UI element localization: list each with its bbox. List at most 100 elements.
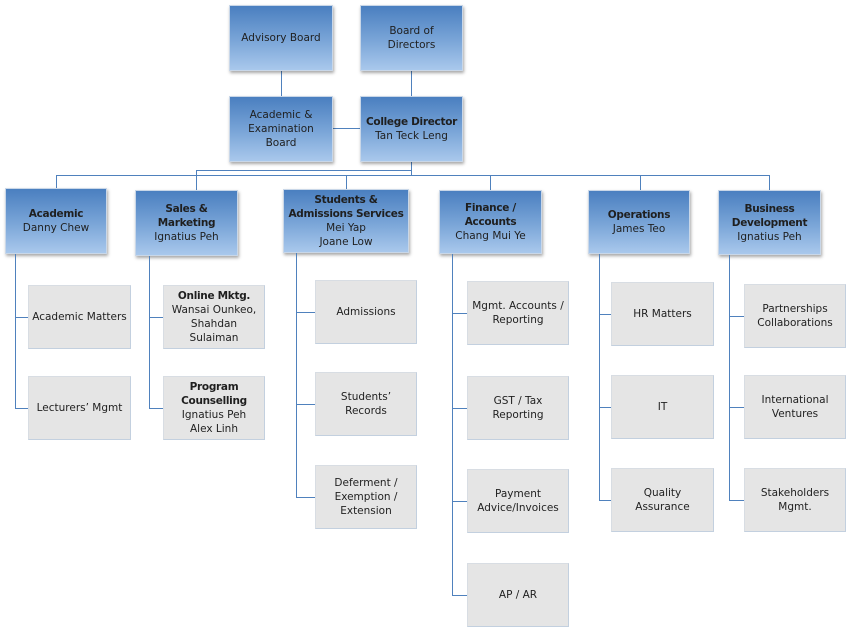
- connector: [411, 162, 412, 176]
- connector: [729, 255, 730, 500]
- function-box[interactable]: International Ventures: [744, 375, 846, 439]
- connector: [56, 175, 57, 188]
- academic-exam-board-box[interactable]: Academic & Examination Board: [229, 96, 333, 162]
- function-label: Extension: [340, 505, 392, 517]
- college-director-name: Tan Teck Leng: [375, 130, 448, 142]
- department-box[interactable]: Finance / Accounts Chang Mui Ye: [439, 190, 542, 254]
- function-box[interactable]: Deferment / Exemption / Extension: [315, 465, 417, 529]
- connector: [346, 175, 347, 189]
- function-box[interactable]: Program Counselling Ignatius Peh Alex Linh: [163, 376, 265, 440]
- function-label: Mgmt. Accounts /: [472, 300, 564, 312]
- function-label: Shahdan Sulaiman: [189, 318, 239, 344]
- function-label: Students’: [340, 391, 392, 403]
- connector: [452, 408, 467, 409]
- department-title: Academic: [28, 208, 84, 220]
- function-box[interactable]: Online Mktg. Wansai Ounkeo, Shahdan Sulaim…: [163, 285, 265, 349]
- department-head: Chang Mui Ye: [455, 230, 526, 242]
- function-label: GST / Tax: [493, 395, 543, 407]
- college-director-box[interactable]: College Director Tan Teck Leng: [360, 96, 463, 162]
- connector: [599, 407, 611, 408]
- connector: [640, 175, 641, 190]
- connector: [149, 408, 163, 409]
- function-box[interactable]: GST / Tax Reporting: [467, 376, 569, 440]
- function-label: Academic Matters: [32, 311, 127, 323]
- advisory-board-box[interactable]: Advisory Board: [229, 5, 333, 71]
- function-label: Collaborations: [757, 317, 833, 329]
- function-label: Payment: [495, 488, 541, 500]
- function-label: Partnerships: [762, 303, 828, 315]
- connector: [149, 256, 150, 408]
- connector: [452, 313, 467, 314]
- function-label: Ventures: [771, 408, 819, 420]
- function-label: Mgmt.: [778, 501, 812, 513]
- academic-exam-board-line: Board: [265, 137, 297, 149]
- department-box[interactable]: Academic Danny Chew: [5, 188, 107, 254]
- connector: [333, 128, 360, 129]
- function-box[interactable]: Quality Assurance: [611, 468, 714, 532]
- function-label: HR Matters: [633, 308, 692, 320]
- function-box[interactable]: Partnerships Collaborations: [744, 284, 846, 348]
- department-title: Sales & Marketing: [157, 203, 216, 229]
- connector: [729, 407, 744, 408]
- function-label: Advice/Invoices: [477, 502, 559, 514]
- function-title: Online Mktg.: [177, 290, 251, 302]
- college-director-title: College Director: [366, 116, 457, 128]
- function-box[interactable]: Mgmt. Accounts / Reporting: [467, 281, 569, 345]
- function-label: Reporting: [492, 314, 544, 326]
- connector: [452, 595, 467, 596]
- function-box[interactable]: AP / AR: [467, 563, 569, 627]
- department-box[interactable]: Business Development Ignatius Peh: [718, 190, 821, 255]
- function-label: Deferment /: [334, 477, 398, 489]
- function-box[interactable]: Students’ Records: [315, 372, 417, 436]
- function-label: Exemption /: [334, 491, 398, 503]
- connector: [281, 71, 282, 96]
- connector: [15, 254, 16, 408]
- department-head: Joane Low: [319, 236, 373, 248]
- department-title: Business: [744, 202, 795, 215]
- connector: [296, 497, 315, 498]
- function-label: Quality Assurance: [635, 487, 690, 513]
- department-head: James Teo: [612, 223, 666, 235]
- department-head: Mei Yap: [326, 222, 366, 234]
- academic-exam-board-line: Examination: [248, 123, 314, 135]
- department-head: Ignatius Peh: [154, 231, 219, 243]
- function-label: Stakeholders: [760, 487, 830, 499]
- department-title: Students &: [314, 194, 378, 206]
- department-box[interactable]: Sales & Marketing Ignatius Peh: [135, 190, 238, 256]
- function-box[interactable]: HR Matters: [611, 282, 714, 346]
- connector: [452, 254, 453, 595]
- board-of-directors-label: Board of Directors: [387, 25, 436, 51]
- function-box[interactable]: IT: [611, 375, 714, 439]
- department-head: Ignatius Peh: [737, 230, 802, 243]
- connector: [599, 254, 600, 500]
- department-title: Admissions Services: [288, 208, 404, 220]
- connector: [599, 500, 611, 501]
- function-label: Reporting: [492, 409, 544, 421]
- function-box[interactable]: Admissions: [315, 280, 417, 344]
- function-title: Program: [189, 381, 239, 393]
- function-label: IT: [657, 401, 668, 413]
- connector: [296, 253, 297, 497]
- function-box[interactable]: Lecturers’ Mgmt: [28, 376, 131, 440]
- connector: [196, 175, 197, 190]
- function-label: Lecturers’ Mgmt: [36, 402, 123, 414]
- connector: [15, 408, 28, 409]
- connector: [15, 317, 28, 318]
- department-head: Danny Chew: [22, 222, 90, 234]
- connector: [411, 71, 412, 96]
- function-box[interactable]: Stakeholders Mgmt.: [744, 468, 846, 532]
- function-label: Admissions: [336, 306, 396, 318]
- department-box[interactable]: Students & Admissions Services Mei Yap Joan…: [283, 189, 409, 253]
- function-box[interactable]: Payment Advice/Invoices: [467, 469, 569, 533]
- department-title: Development: [731, 216, 808, 229]
- board-of-directors-box[interactable]: Board of Directors: [360, 5, 463, 71]
- function-title: Counselling: [181, 395, 247, 407]
- function-box[interactable]: Academic Matters: [28, 285, 131, 349]
- academic-exam-board-line: Academic &: [249, 109, 313, 121]
- advisory-board-label: Advisory Board: [241, 32, 321, 44]
- connector: [296, 312, 315, 313]
- function-label: Alex Linh: [189, 423, 238, 435]
- function-label: Ignatius Peh: [181, 409, 247, 421]
- department-box[interactable]: Operations James Teo: [588, 190, 690, 254]
- connector: [729, 316, 744, 317]
